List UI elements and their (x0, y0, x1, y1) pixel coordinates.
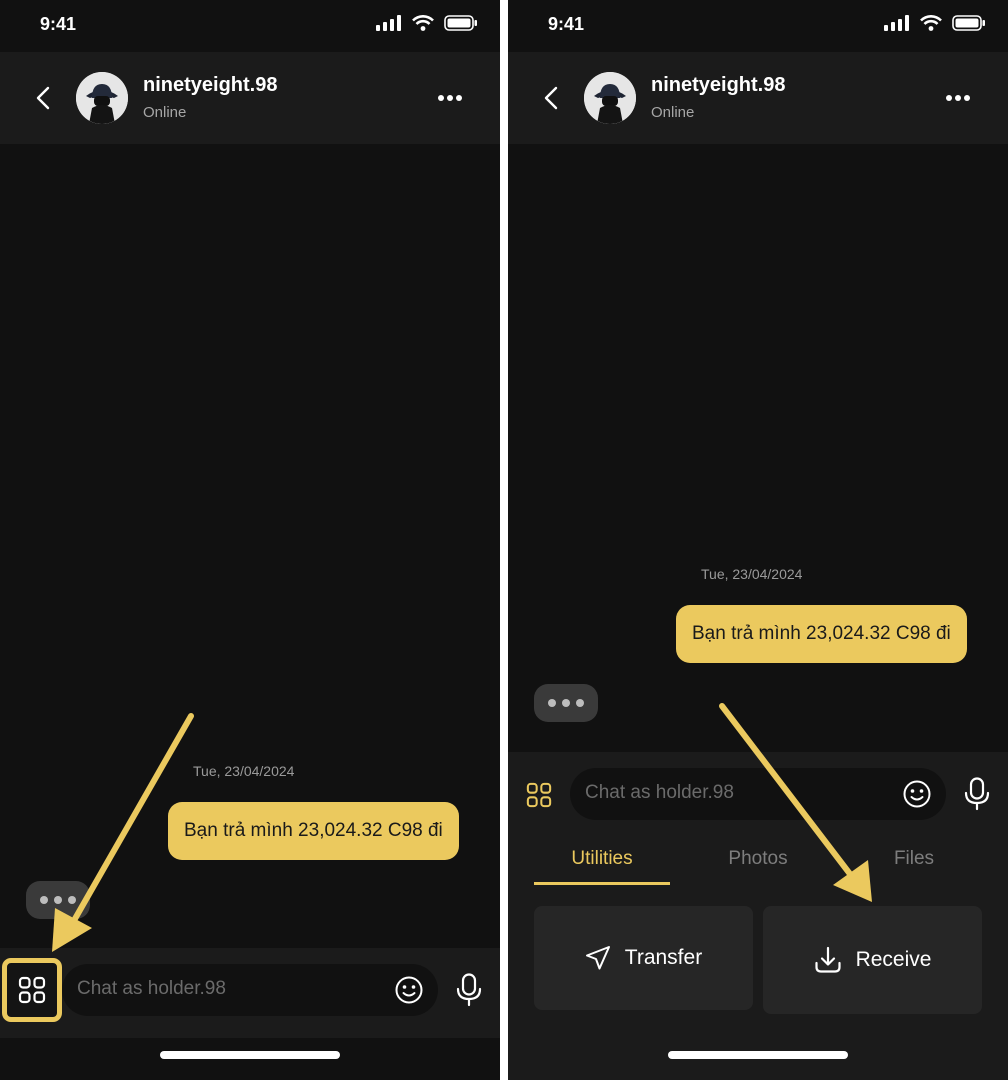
back-button[interactable] (28, 80, 58, 116)
message-bubble[interactable]: Bạn trả mình 23,024.32 C98 đi (168, 802, 459, 860)
tab-photos[interactable]: Photos (690, 848, 826, 870)
chat-input[interactable]: Chat as holder.98 (570, 768, 946, 820)
typing-indicator (26, 881, 90, 919)
send-arrow-icon (585, 946, 610, 970)
signal-icon (376, 15, 401, 31)
transfer-button[interactable]: Transfer (534, 906, 753, 1010)
download-icon (814, 946, 841, 973)
active-tab-underline (534, 882, 670, 885)
battery-icon (444, 15, 477, 31)
avatar[interactable] (76, 72, 128, 124)
phone-screen-left: 9:41 ninetyeight.98 Online Tue, 23/04/20… (0, 0, 500, 1080)
tutorial-screens: 9:41 ninetyeight.98 Online Tue, 23/04/20… (0, 0, 1008, 1080)
utilities-tabs: Utilities Photos Files (508, 848, 1008, 890)
date-separator: Tue, 23/04/2024 (193, 763, 295, 779)
signal-icon (884, 15, 909, 31)
grid-apps-icon (526, 782, 552, 808)
more-options-button[interactable] (436, 86, 464, 110)
avatar[interactable] (584, 72, 636, 124)
chat-input[interactable]: Chat as holder.98 (62, 964, 438, 1016)
microphone-icon[interactable] (963, 777, 991, 811)
wifi-icon (412, 15, 434, 31)
utilities-grid-button[interactable] (522, 778, 556, 812)
phone-screen-right: 9:41 ninetyeight.98 Online Tue, 23/04/20… (508, 0, 1008, 1080)
chat-input-placeholder: Chat as holder.98 (77, 978, 226, 999)
chat-input-placeholder: Chat as holder.98 (585, 782, 734, 803)
receive-label: Receive (855, 948, 932, 971)
tab-files[interactable]: Files (846, 848, 982, 870)
wifi-icon (920, 15, 942, 31)
composer-bar: Chat as holder.98 (0, 948, 500, 1038)
more-options-button[interactable] (944, 86, 972, 110)
chat-header: ninetyeight.98 Online (0, 52, 500, 144)
date-separator: Tue, 23/04/2024 (701, 566, 803, 582)
status-time: 9:41 (40, 14, 77, 34)
grid-apps-icon (18, 976, 46, 1004)
home-indicator[interactable] (668, 1051, 848, 1059)
back-button[interactable] (536, 80, 566, 116)
contact-name: ninetyeight.98 (143, 74, 278, 96)
emoji-icon[interactable] (394, 975, 424, 1005)
emoji-icon[interactable] (902, 779, 932, 809)
avatar-image (584, 72, 636, 124)
utilities-grid-button[interactable] (2, 958, 62, 1022)
contact-name: ninetyeight.98 (651, 74, 786, 96)
microphone-icon[interactable] (455, 973, 483, 1007)
receive-button[interactable]: Receive (763, 906, 982, 1014)
message-bubble[interactable]: Bạn trả mình 23,024.32 C98 đi (676, 605, 967, 663)
status-icons (376, 15, 478, 31)
contact-status: Online (651, 104, 695, 121)
status-time: 9:41 (548, 14, 585, 34)
typing-indicator (534, 684, 598, 722)
tab-utilities[interactable]: Utilities (534, 848, 670, 870)
back-chevron-icon (544, 86, 558, 110)
contact-status: Online (143, 104, 187, 121)
home-indicator[interactable] (160, 1051, 340, 1059)
back-chevron-icon (36, 86, 50, 110)
avatar-image (76, 72, 128, 124)
status-icons (884, 15, 986, 31)
chat-header: ninetyeight.98 Online (508, 52, 1008, 144)
battery-icon (952, 15, 985, 31)
transfer-label: Transfer (624, 946, 703, 969)
